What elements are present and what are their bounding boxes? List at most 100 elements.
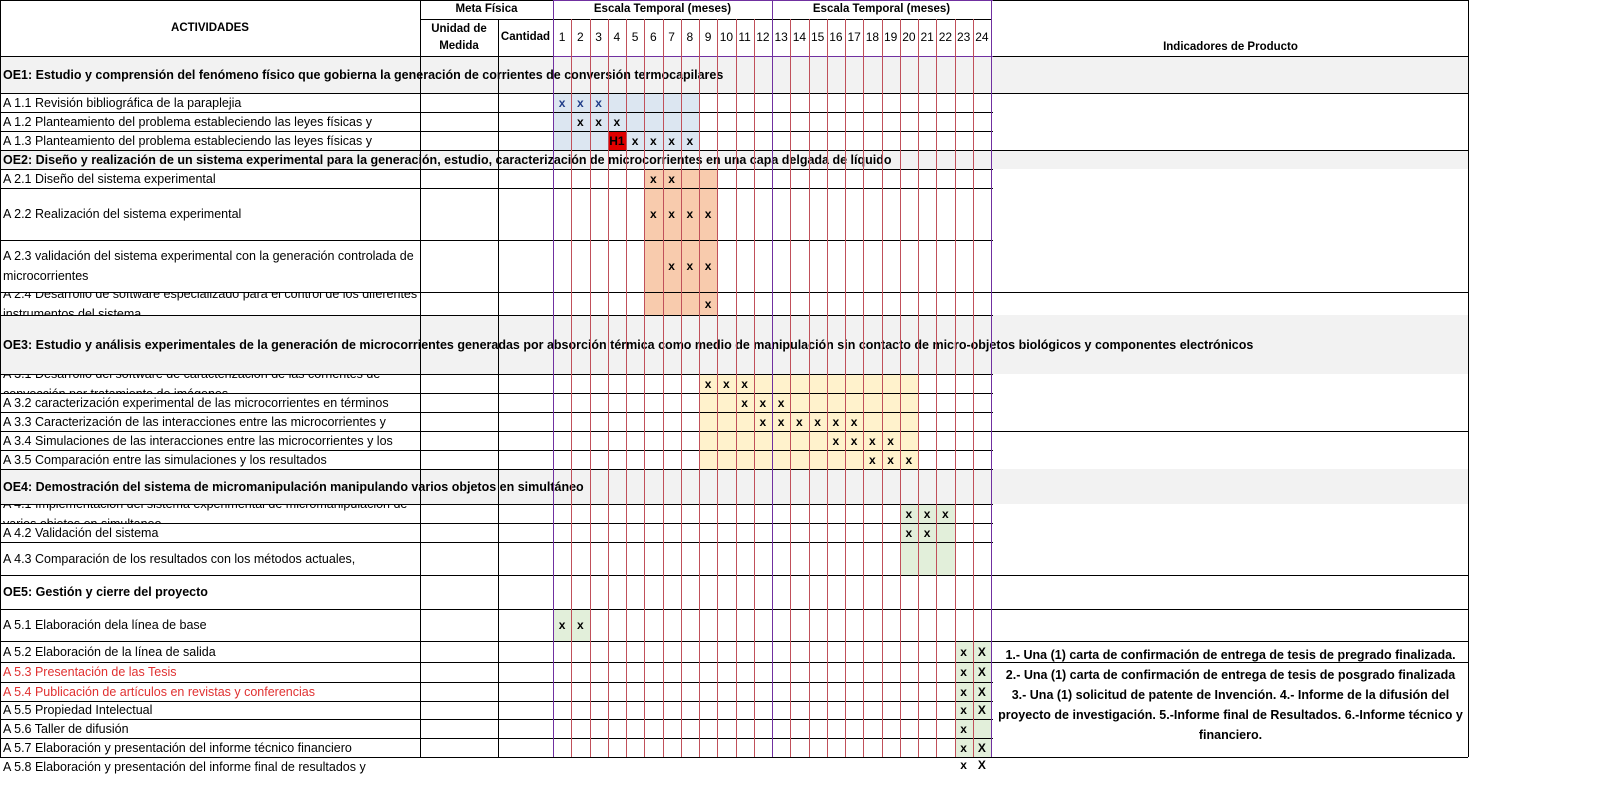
schedule-mark: x	[668, 171, 675, 186]
header-escala-temporal-2: Escala Temporal (meses)	[812, 3, 951, 15]
objective-header: OE2: Diseño y realización de un sistema …	[0, 150, 1468, 169]
grid-line	[0, 240, 420, 241]
activity-label: A 3.1 Desarrollo del software de caracte…	[0, 374, 420, 393]
schedule-mark: x	[942, 506, 949, 521]
objective-header: OE1: Estudio y comprensión del fenómeno …	[0, 56, 1468, 93]
grid-line	[553, 662, 993, 663]
grid-line	[0, 450, 420, 451]
grid-line	[420, 542, 553, 543]
grid-line	[420, 431, 553, 432]
grid-line	[420, 0, 553, 1]
activity-label: A 5.5 Propiedad Intelectual	[3, 703, 153, 717]
schedule-mark: x	[668, 207, 675, 221]
grid-line	[918, 19, 919, 757]
month-header: 4	[613, 30, 621, 44]
grid-line	[0, 393, 420, 394]
schedule-mark: X	[977, 684, 986, 699]
grid-line	[420, 374, 553, 375]
schedule-mark: x	[558, 618, 566, 632]
grid-line	[993, 292, 1468, 293]
schedule-mark: x	[960, 703, 967, 717]
grid-line	[420, 240, 553, 241]
grid-line	[571, 19, 573, 757]
grid-line	[420, 738, 553, 739]
schedule-mark: X	[977, 665, 986, 679]
schedule-mark: x	[595, 114, 602, 129]
schedule-mark: X	[977, 740, 986, 755]
header-unidad-medida: Unidad de Medida	[431, 22, 487, 52]
grid-line	[991, 0, 992, 757]
schedule-mark: x	[887, 452, 894, 467]
schedule-mark: x	[905, 506, 913, 521]
grid-line	[772, 0, 773, 757]
grid-line	[553, 131, 993, 132]
grid-line	[0, 315, 420, 316]
grid-line	[0, 0, 420, 1]
grid-line	[553, 641, 993, 642]
grid-line	[0, 112, 420, 113]
schedule-mark: x	[832, 414, 840, 429]
grid-line	[993, 575, 1468, 576]
schedule-mark: x	[704, 376, 712, 391]
schedule-mark: x	[650, 171, 657, 186]
grid-line	[863, 19, 865, 757]
grid-line	[0, 431, 420, 432]
month-header: 12	[756, 30, 770, 44]
activity-label: A 5.7 Elaboración y presentación del inf…	[3, 740, 352, 755]
grid-line	[936, 19, 938, 757]
grid-line	[420, 609, 553, 610]
grid-line	[420, 315, 553, 316]
activity-label: A 3.5 Comparación entre las simulaciones…	[3, 452, 327, 467]
month-header: 19	[883, 30, 898, 44]
grid-line	[420, 93, 553, 94]
grid-line	[553, 575, 993, 576]
grid-line	[553, 150, 993, 151]
grid-line	[954, 19, 956, 757]
grid-line	[420, 393, 553, 394]
grid-line	[0, 757, 420, 758]
activity-label: A 5.4 Publicación de artículos en revist…	[3, 684, 315, 699]
grid-line	[420, 469, 553, 470]
grid-line	[420, 757, 553, 758]
schedule-mark: x	[613, 114, 621, 129]
schedule-mark: x	[832, 433, 840, 448]
grid-line	[553, 374, 993, 375]
grid-line	[0, 738, 420, 739]
grid-line	[993, 641, 1468, 642]
grid-line	[808, 19, 810, 757]
grid-line	[753, 19, 755, 757]
grid-line	[644, 19, 646, 757]
grid-line	[0, 169, 420, 170]
grid-line	[420, 412, 553, 413]
schedule-mark: x	[869, 452, 876, 467]
grid-line	[553, 112, 993, 113]
month-header: 22	[938, 30, 953, 44]
grid-line	[420, 682, 553, 683]
grid-line	[699, 19, 700, 757]
month-header: 7	[668, 30, 675, 44]
activity-label: A 5.1 Elaboración dela línea de base	[3, 618, 207, 632]
grid-line	[553, 542, 993, 543]
grid-line	[993, 150, 1468, 151]
activity-label: A 4.3 Comparación de los resultados con …	[3, 551, 356, 566]
grid-line	[420, 504, 553, 505]
grid-line	[0, 504, 420, 505]
indicador-producto-oe5: 1.- Una (1) carta de confirmación de ent…	[998, 648, 1463, 742]
grid-line	[0, 131, 420, 132]
grid-line	[790, 19, 792, 757]
schedule-mark: x	[650, 207, 657, 221]
header-actividades: ACTIVIDADES	[171, 21, 249, 34]
schedule-mark: x	[577, 95, 584, 110]
activity-label: A 5.6 Taller de difusión	[3, 721, 129, 736]
activity-label: A 4.2 Validación del sistema	[3, 525, 159, 540]
schedule-mark: x	[960, 644, 967, 659]
schedule-mark: x	[704, 207, 712, 221]
grid-line	[420, 450, 553, 451]
schedule-mark: x	[960, 721, 967, 736]
activity-label: A 1.3 Planteamiento del problema estable…	[3, 133, 372, 148]
grid-line	[735, 19, 737, 757]
grid-line	[553, 240, 993, 241]
grid-line	[553, 523, 993, 524]
grid-line	[553, 682, 993, 683]
grid-line	[420, 19, 991, 20]
